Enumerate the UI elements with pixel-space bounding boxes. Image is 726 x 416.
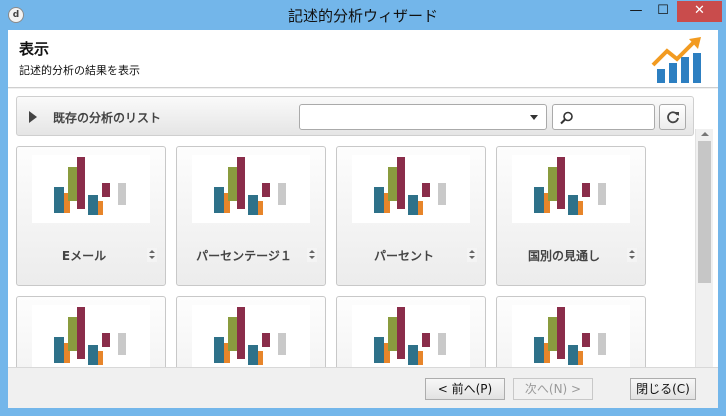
title-bar[interactable]: d 記述的分析ウィザード — ☐ ✕	[0, 0, 726, 30]
card-menu-spinner[interactable]	[307, 248, 317, 262]
card-label: Eメール	[61, 249, 107, 263]
vertical-scrollbar[interactable]	[695, 129, 713, 367]
chart-thumbnail	[352, 305, 470, 367]
chart-thumbnail	[192, 305, 310, 367]
dialog-client: 表示 記述的分析の結果を表示 既存の分析のリスト Eメール パーセンテージ１ パ…	[8, 30, 718, 408]
list-header: 既存の分析のリスト	[16, 96, 694, 136]
analysis-card[interactable]	[16, 296, 166, 367]
analysis-card[interactable]: パーセンテージ１	[176, 146, 326, 286]
chart-growth-icon	[651, 37, 701, 83]
chart-thumbnail	[512, 305, 630, 367]
close-button[interactable]: 閉じる(C)	[630, 378, 696, 400]
card-label: パーセント	[373, 249, 434, 263]
analysis-card[interactable]: 国別の見通し	[496, 146, 646, 286]
analysis-card[interactable]	[336, 296, 486, 367]
chart-thumbnail	[32, 155, 150, 223]
refresh-icon	[667, 111, 679, 124]
chevron-down-icon	[530, 115, 538, 120]
card-menu-spinner[interactable]	[467, 248, 477, 262]
list-title: 既存の分析のリスト	[53, 111, 162, 125]
analysis-card[interactable]: パーセント	[336, 146, 486, 286]
page-title: 表示	[19, 40, 50, 58]
chart-thumbnail	[512, 155, 630, 223]
chart-thumbnail	[352, 155, 470, 223]
wizard-footer: < 前へ(P) 次へ(N) > 閉じる(C)	[8, 367, 718, 408]
analysis-list-panel: 既存の分析のリスト Eメール パーセンテージ１ パーセント 国別の見通し	[8, 89, 718, 367]
card-menu-spinner[interactable]	[147, 248, 157, 262]
analysis-card[interactable]	[176, 296, 326, 367]
refresh-button[interactable]	[659, 104, 686, 130]
wizard-window: d 記述的分析ウィザード — ☐ ✕ 表示 記述的分析の結果を表示 既存の分析の…	[0, 0, 726, 416]
expand-arrow-icon[interactable]	[29, 111, 37, 123]
maximize-button[interactable]: ☐	[650, 1, 676, 22]
analysis-card[interactable]: Eメール	[16, 146, 166, 286]
card-label: パーセンテージ１	[196, 249, 292, 263]
analysis-card[interactable]	[496, 296, 646, 367]
next-button[interactable]: 次へ(N) >	[513, 378, 593, 400]
scrollbar-thumb[interactable]	[698, 141, 711, 283]
search-icon	[560, 111, 573, 125]
chart-thumbnail	[192, 155, 310, 223]
minimize-button[interactable]: —	[623, 1, 649, 22]
search-input[interactable]	[552, 104, 655, 130]
page-subtitle: 記述的分析の結果を表示	[19, 64, 140, 77]
scroll-up-icon[interactable]	[701, 132, 709, 136]
card-menu-spinner[interactable]	[627, 248, 637, 262]
window-title: 記述的分析ウィザード	[287, 7, 438, 25]
wizard-header: 表示 記述的分析の結果を表示	[8, 30, 718, 88]
previous-button[interactable]: < 前へ(P)	[425, 378, 505, 400]
card-label: 国別の見通し	[527, 249, 600, 263]
filter-dropdown[interactable]	[299, 104, 547, 130]
chart-thumbnail	[32, 305, 150, 367]
close-window-button[interactable]: ✕	[677, 1, 722, 22]
